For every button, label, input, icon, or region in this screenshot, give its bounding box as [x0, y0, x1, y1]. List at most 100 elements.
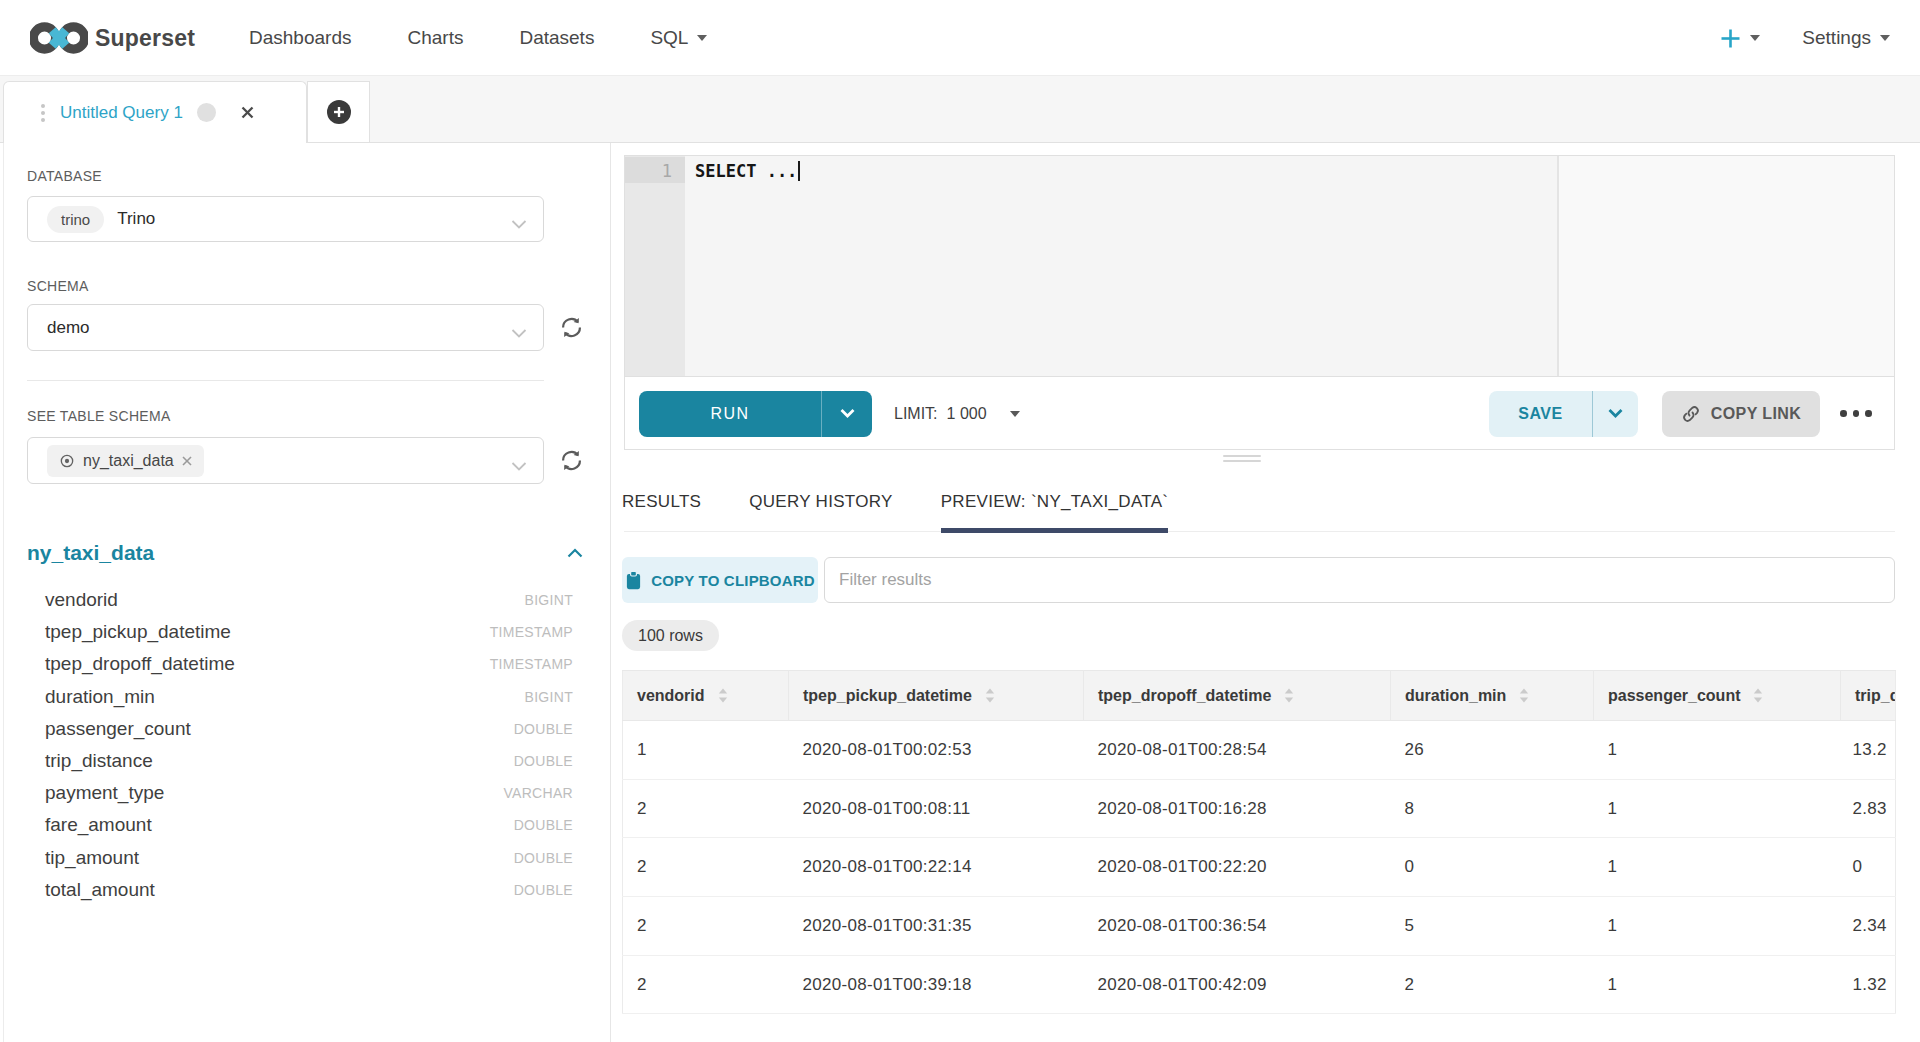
table-cell: 2.83: [1841, 779, 1896, 838]
drag-handle-icon[interactable]: [41, 104, 45, 122]
column-header-trip_distance[interactable]: trip_distance: [1841, 671, 1896, 721]
nav-right: Settings: [1720, 0, 1890, 76]
table-cell: 2020-08-01T00:16:28: [1084, 779, 1391, 838]
schema-column-row[interactable]: fare_amountDOUBLE: [27, 809, 583, 841]
more-options-button[interactable]: [1836, 410, 1876, 417]
column-header-duration_min[interactable]: duration_min: [1391, 671, 1594, 721]
nav-item-dashboards[interactable]: Dashboards: [249, 27, 351, 49]
column-name: vendorid: [45, 589, 118, 611]
column-header-tpep_dropoff_datetime[interactable]: tpep_dropoff_datetime: [1084, 671, 1391, 721]
tab-query-history[interactable]: QUERY HISTORY: [749, 470, 892, 533]
remove-tag-icon[interactable]: [182, 456, 192, 466]
table-cell: 1: [1594, 721, 1841, 780]
column-name: payment_type: [45, 782, 164, 804]
copy-to-clipboard-button[interactable]: COPY TO CLIPBOARD: [622, 557, 818, 603]
column-type: DOUBLE: [514, 721, 573, 737]
column-header-passenger_count[interactable]: passenger_count: [1594, 671, 1841, 721]
chevron-down-icon: [1750, 35, 1760, 41]
table-cell: 26: [1391, 721, 1594, 780]
add-tab-button[interactable]: [307, 81, 370, 142]
column-name: trip_distance: [45, 750, 153, 772]
code-line[interactable]: SELECT ...: [695, 159, 800, 183]
schema-value: demo: [47, 318, 90, 338]
table-cell: 2020-08-01T00:28:54: [1084, 721, 1391, 780]
column-type: DOUBLE: [514, 850, 573, 866]
copy-link-button[interactable]: COPY LINK: [1662, 391, 1820, 437]
table-cell: 2020-08-01T00:39:18: [789, 955, 1084, 1014]
chevron-up-icon[interactable]: [567, 548, 583, 558]
close-tab-icon[interactable]: [240, 105, 255, 120]
print-margin-line: [1557, 156, 1559, 376]
sort-icon[interactable]: [985, 688, 995, 703]
schema-label: SCHEMA: [27, 278, 89, 294]
sql-editor[interactable]: 1 SELECT ...: [625, 156, 1894, 377]
schema-column-row[interactable]: duration_minBIGINT: [27, 681, 583, 713]
run-options-caret[interactable]: [822, 391, 872, 437]
schema-column-row[interactable]: total_amountDOUBLE: [27, 874, 583, 906]
database-select[interactable]: trino Trino: [27, 196, 544, 242]
sidebar: DATABASE trino Trino SCHEMA demo SEE TAB…: [4, 143, 611, 1042]
line-number: 1: [662, 159, 672, 183]
table-cell: 2020-08-01T00:02:53: [789, 721, 1084, 780]
sort-icon[interactable]: [718, 688, 728, 703]
column-type: TIMESTAMP: [490, 656, 573, 672]
column-type: DOUBLE: [514, 817, 573, 833]
sort-icon[interactable]: [1519, 688, 1529, 703]
table-cell: 2020-08-01T00:08:11: [789, 779, 1084, 838]
column-name: tpep_dropoff_datetime: [45, 653, 235, 675]
tab-results[interactable]: RESULTS: [622, 470, 701, 533]
schema-select[interactable]: demo: [27, 304, 544, 351]
refresh-schema-icon[interactable]: [558, 314, 585, 341]
column-name: passenger_count: [45, 718, 191, 740]
sort-icon[interactable]: [1284, 688, 1294, 703]
nav-item-charts[interactable]: Charts: [407, 27, 463, 49]
nav-item-datasets[interactable]: Datasets: [519, 27, 594, 49]
selected-table-tag[interactable]: ny_taxi_data: [47, 445, 204, 477]
superset-logo-icon[interactable]: [30, 20, 88, 60]
column-header-tpep_pickup_datetime[interactable]: tpep_pickup_datetime: [789, 671, 1084, 721]
filter-results-input[interactable]: [824, 557, 1895, 603]
column-header-vendorid[interactable]: vendorid: [623, 671, 789, 721]
table-schema-title[interactable]: ny_taxi_data: [27, 541, 154, 565]
run-button[interactable]: RUN: [639, 391, 872, 437]
tab-untitled-query[interactable]: Untitled Query 1: [3, 81, 307, 143]
refresh-table-icon[interactable]: [558, 447, 585, 474]
tab-title[interactable]: Untitled Query 1: [60, 103, 183, 123]
new-item-button[interactable]: [1720, 28, 1760, 49]
table-select[interactable]: ny_taxi_data: [27, 437, 544, 484]
limit-dropdown[interactable]: LIMIT: 1 000: [894, 405, 1020, 423]
table-cell: 2: [623, 897, 789, 956]
eye-icon: [59, 453, 75, 469]
pane-resize-handle[interactable]: [1223, 455, 1261, 465]
brand-title[interactable]: Superset: [95, 0, 195, 76]
chevron-down-icon: [511, 324, 527, 342]
tab-preview[interactable]: PREVIEW: `NY_TAXI_DATA`: [941, 470, 1169, 533]
column-type: BIGINT: [525, 592, 573, 608]
plus-icon: [1720, 28, 1741, 49]
schema-column-row[interactable]: payment_type VARCHAR: [27, 777, 583, 809]
save-button[interactable]: SAVE: [1489, 391, 1638, 437]
schema-column-row[interactable]: passenger_count DOUBLE: [27, 713, 583, 745]
chevron-down-icon: [1880, 35, 1890, 41]
schema-column-row[interactable]: tip_amountDOUBLE: [27, 842, 583, 874]
table-cell: 1: [1594, 838, 1841, 897]
chevron-down-icon: [697, 35, 707, 41]
column-type: VARCHAR: [503, 785, 573, 801]
nav-item-sql[interactable]: SQL: [650, 27, 707, 49]
table-cell: 1.32: [1841, 955, 1896, 1014]
table-cell: 2: [1391, 955, 1594, 1014]
sort-icon[interactable]: [1753, 688, 1763, 703]
schema-column-row[interactable]: tpep_pickup_datetimeTIMESTAMP: [27, 616, 583, 648]
schema-column-row[interactable]: trip_distanceDOUBLE: [27, 745, 583, 777]
chevron-down-icon: [511, 215, 527, 233]
table-cell: 1: [1594, 955, 1841, 1014]
column-name: total_amount: [45, 879, 155, 901]
chevron-down-icon: [511, 457, 527, 475]
schema-column-row[interactable]: tpep_dropoff_datetime TIMESTAMP: [27, 648, 583, 680]
table-row: 22020-08-01T00:22:142020-08-01T00:22:200…: [623, 838, 1896, 897]
settings-menu[interactable]: Settings: [1802, 27, 1890, 49]
schema-column-row[interactable]: vendorid BIGINT: [27, 584, 583, 616]
table-cell: 13.2: [1841, 721, 1896, 780]
save-options-caret[interactable]: [1593, 391, 1638, 437]
table-row: 22020-08-01T00:39:182020-08-01T00:42:092…: [623, 955, 1896, 1014]
